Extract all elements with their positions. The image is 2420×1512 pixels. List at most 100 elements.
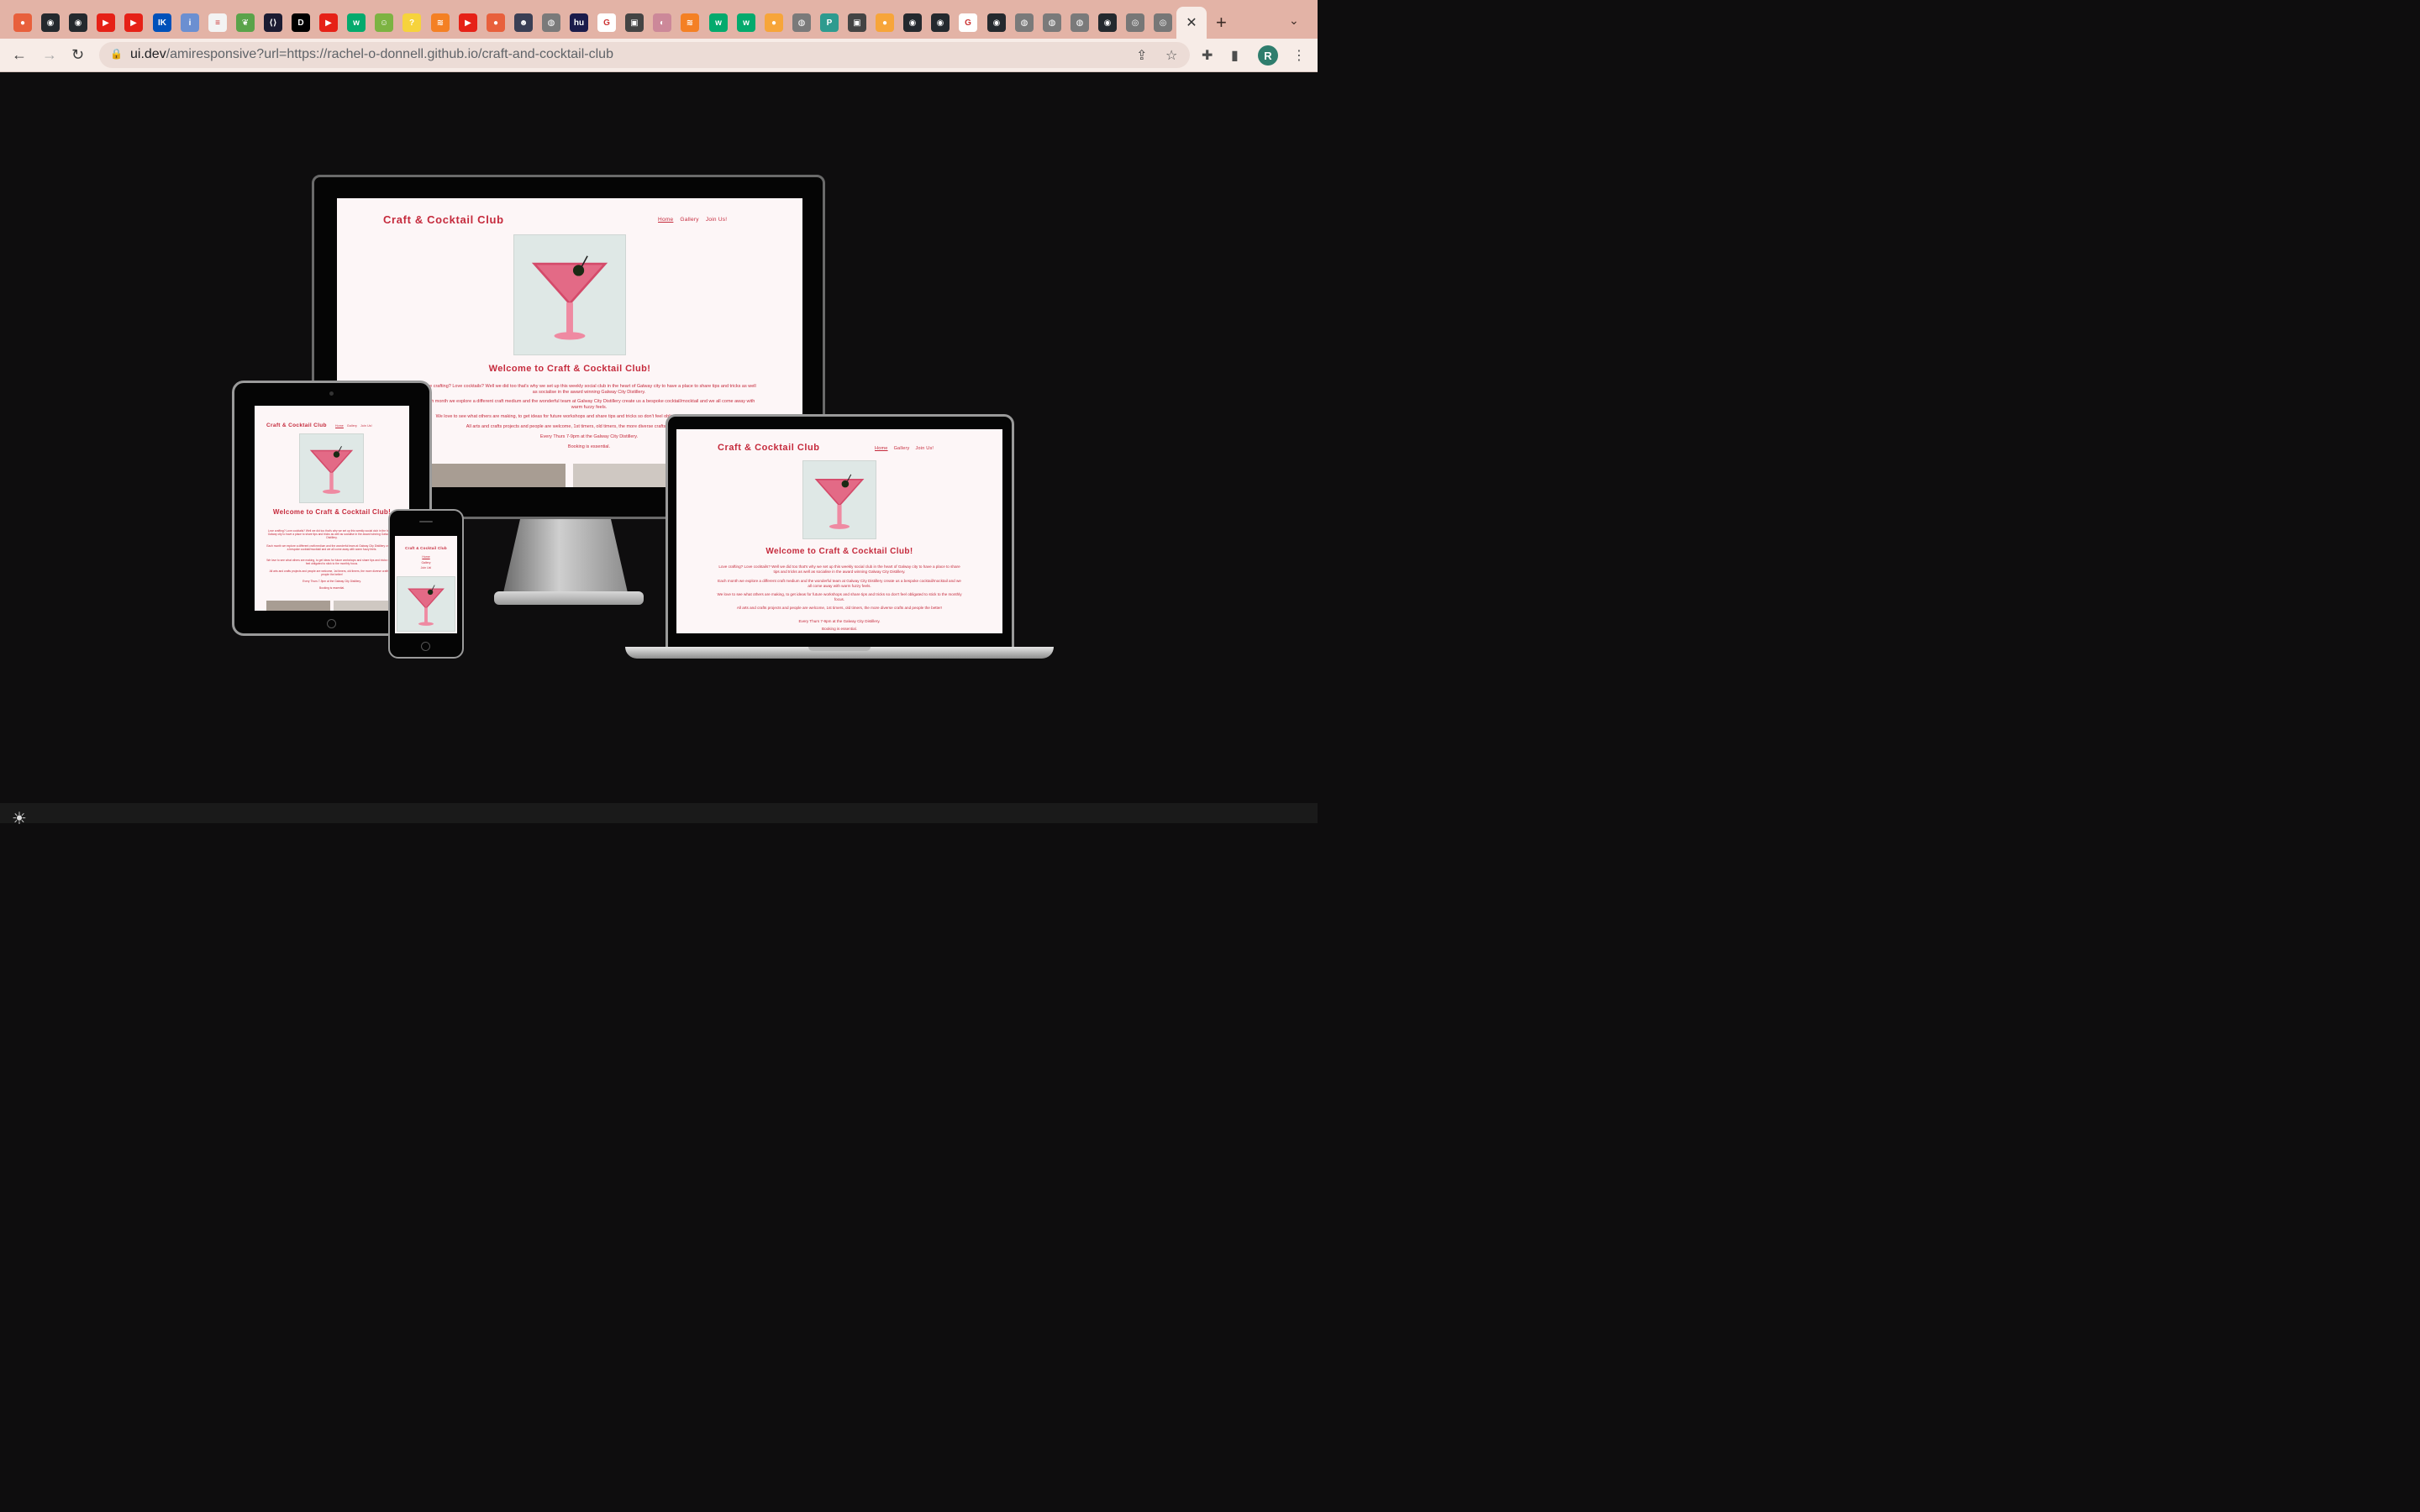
globe-icon[interactable]: ◍: [1071, 13, 1089, 32]
site-nav: Home Gallery Join Us!: [395, 554, 457, 571]
tab-search-icon[interactable]: ⌄: [1289, 13, 1299, 28]
new-tab-button[interactable]: +: [1216, 12, 1227, 34]
nav-home-link[interactable]: Home: [395, 554, 457, 560]
intro-paragraph: Love crafting? Love cocktails? Well we d…: [267, 529, 397, 540]
stack-icon[interactable]: ≋: [681, 13, 699, 32]
reload-button[interactable]: ↻: [71, 46, 84, 64]
w3-icon[interactable]: w: [737, 13, 755, 32]
globe-icon[interactable]: ◍: [542, 13, 560, 32]
tablet-home-button: [327, 619, 336, 628]
info-icon[interactable]: i: [181, 13, 199, 32]
github-icon[interactable]: ◉: [41, 13, 60, 32]
laptop-notch: [808, 647, 871, 651]
bookmark-star-icon[interactable]: ☆: [1165, 47, 1177, 64]
site-title: Craft & Cocktail Club: [383, 213, 504, 226]
chrome-icon[interactable]: ◎: [1126, 13, 1144, 32]
globe-icon[interactable]: ◍: [792, 13, 811, 32]
picture-icon[interactable]: ▣: [848, 13, 866, 32]
github-icon[interactable]: ◉: [69, 13, 87, 32]
avatar-icon[interactable]: ☻: [514, 13, 533, 32]
photo-icon[interactable]: ◐: [653, 13, 671, 32]
code-icon[interactable]: ⟨⟩: [264, 13, 282, 32]
intro-paragraph: We love to see what others are making, t…: [717, 592, 962, 601]
w3-icon[interactable]: w: [347, 13, 366, 32]
orange-icon[interactable]: ●: [765, 13, 783, 32]
nav-home-link[interactable]: Home: [658, 217, 673, 223]
site-title: Craft & Cocktail Club: [718, 443, 820, 453]
globe-icon[interactable]: ◍: [1043, 13, 1061, 32]
nav-gallery-link[interactable]: Gallery: [894, 446, 910, 451]
globe-icon[interactable]: ◍: [1015, 13, 1034, 32]
nav-home-link[interactable]: Home: [875, 446, 888, 451]
monitor-stand: [502, 519, 629, 596]
doc-icon[interactable]: ≡: [208, 13, 227, 32]
github-icon[interactable]: ◉: [1098, 13, 1117, 32]
github-icon[interactable]: ◉: [931, 13, 950, 32]
menu-kebab-icon[interactable]: ⋮: [1292, 47, 1306, 64]
intro-paragraph: Each month we explore a different craft …: [423, 399, 755, 410]
nav-join-link[interactable]: Join Us!: [706, 217, 728, 223]
nav-gallery-link[interactable]: Gallery: [680, 217, 698, 223]
intro-paragraph: Love crafting? Love cocktails? Well we d…: [718, 564, 960, 574]
stack-icon[interactable]: ≋: [431, 13, 450, 32]
hero-cocktail-image: [513, 234, 626, 355]
nav-join-link[interactable]: Join Us!: [360, 424, 372, 428]
intro-paragraph: All arts and crafts projects and people …: [736, 606, 943, 610]
p-icon[interactable]: P: [820, 13, 839, 32]
picture-icon[interactable]: ▣: [625, 13, 644, 32]
phone-home-button: [421, 642, 430, 651]
side-panel-icon[interactable]: ▮: [1231, 47, 1239, 64]
intro-paragraph: Love crafting? Love cocktails? Well we d…: [422, 384, 756, 395]
youtube-icon[interactable]: ▶: [124, 13, 143, 32]
android-icon[interactable]: ☺: [375, 13, 393, 32]
intro-paragraph: All arts and crafts projects and people …: [269, 570, 395, 577]
youtube-icon[interactable]: ▶: [97, 13, 115, 32]
nav-home-link[interactable]: Home: [335, 424, 344, 428]
chrome-icon[interactable]: ◎: [1154, 13, 1172, 32]
share-icon[interactable]: ⇪: [1136, 47, 1147, 64]
extensions-icon[interactable]: ✚: [1202, 47, 1213, 64]
cocktail-glass-icon: [531, 255, 608, 340]
intro-paragraph: Every Thurs 7-9pm at the Galway City Dis…: [798, 619, 881, 623]
circle-orange-icon[interactable]: ●: [13, 13, 32, 32]
profile-avatar[interactable]: R: [1258, 45, 1278, 66]
youtube-icon[interactable]: ▶: [459, 13, 477, 32]
lock-icon[interactable]: 🔒: [110, 48, 123, 60]
back-button[interactable]: ←: [12, 46, 27, 64]
github-icon[interactable]: ◉: [903, 13, 922, 32]
youtube-icon[interactable]: ▶: [319, 13, 338, 32]
hu-icon[interactable]: hu: [570, 13, 588, 32]
orange-icon[interactable]: ●: [876, 13, 894, 32]
url-path: /amiresponsive?url=https://rachel-o-donn…: [166, 47, 613, 61]
forward-button[interactable]: →: [42, 46, 57, 64]
google-icon[interactable]: G: [597, 13, 616, 32]
intro-paragraph: Every Thurs 7-9pm at the Galway City Dis…: [302, 580, 361, 583]
circle-orange-icon[interactable]: ●: [487, 13, 505, 32]
tablet-camera: [329, 391, 334, 396]
nav-join-link[interactable]: Join Us!: [916, 446, 934, 451]
site-nav: Home Gallery Join Us!: [335, 424, 372, 428]
tablet-screen: Craft & Cocktail Club Home Gallery Join …: [255, 406, 409, 611]
nav-gallery-link[interactable]: Gallery: [347, 424, 357, 428]
cocktail-glass-icon: [408, 585, 445, 626]
url-domain: ui.dev: [130, 47, 166, 61]
intro-paragraph: Booking is essential.: [318, 586, 345, 590]
google-icon[interactable]: G: [959, 13, 977, 32]
dev-icon[interactable]: D: [292, 13, 310, 32]
cocktail-glass-icon: [814, 474, 865, 529]
github-icon[interactable]: ◉: [987, 13, 1006, 32]
ikea-icon[interactable]: IK: [153, 13, 171, 32]
w3-icon[interactable]: w: [709, 13, 728, 32]
site-title: Craft & Cocktail Club: [266, 423, 327, 428]
hero-cocktail-image: [802, 460, 876, 539]
gallery-thumbnail: [266, 601, 330, 611]
question-icon[interactable]: ?: [402, 13, 421, 32]
monitor-base: [494, 591, 644, 605]
leaf-icon[interactable]: ❦: [236, 13, 255, 32]
phone-screen: Craft & Cocktail Club Home Gallery Join …: [395, 536, 457, 633]
loading-sun-icon: ☀: [12, 810, 27, 828]
nav-join-link[interactable]: Join Us!: [395, 565, 457, 571]
address-url[interactable]: ui.dev/amiresponsive?url=https://rachel-…: [130, 47, 613, 62]
nav-gallery-link[interactable]: Gallery: [395, 560, 457, 566]
close-tab-icon[interactable]: ✕: [1176, 7, 1207, 39]
